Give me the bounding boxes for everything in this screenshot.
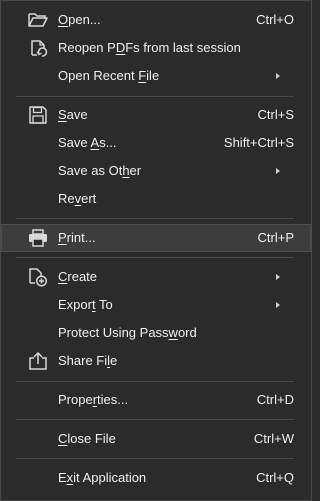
menu-item-share-file[interactable]: Share File: [1, 347, 311, 375]
shortcut-label: Ctrl+S: [257, 107, 294, 122]
menu-item-label: Close File: [58, 431, 116, 446]
file-menu: Open... Ctrl+O Reopen PDFs from last ses…: [0, 0, 312, 501]
share-icon: [27, 351, 49, 371]
folder-open-icon: [27, 10, 49, 30]
menu-item-save[interactable]: Save Ctrl+S: [1, 101, 311, 129]
menu-item-label: Save as Other: [58, 163, 142, 178]
menu-item-label: Save As...: [58, 135, 117, 150]
menu-item-save-as-other[interactable]: Save as Other: [1, 157, 311, 185]
menu-item-label: Open Recent File: [58, 68, 160, 83]
submenu-arrow-icon: [276, 168, 280, 174]
menu-item-reopen-pdfs[interactable]: Reopen PDFs from last session: [1, 34, 311, 62]
shortcut-label: Ctrl+W: [253, 431, 294, 446]
menu-separator: [16, 381, 294, 382]
submenu-arrow-icon: [276, 274, 280, 280]
menu-separator: [16, 257, 294, 258]
menu-item-label: Reopen PDFs from last session: [58, 40, 241, 55]
shortcut-label: Shift+Ctrl+S: [223, 135, 294, 150]
menu-item-open[interactable]: Open... Ctrl+O: [1, 6, 311, 34]
menu-item-create[interactable]: Create: [1, 263, 311, 291]
shortcut-label: Ctrl+P: [257, 230, 294, 245]
menu-item-label: Export To: [58, 297, 113, 312]
menu-item-open-recent-file[interactable]: Open Recent File: [1, 62, 311, 90]
menu-item-label: Share File: [58, 353, 118, 368]
menu-item-save-as[interactable]: Save As... Shift+Ctrl+S: [1, 129, 311, 157]
submenu-arrow-icon: [276, 73, 280, 79]
menu-separator: [16, 458, 294, 459]
menu-item-label: Print...: [58, 230, 96, 245]
menu-item-export-to[interactable]: Export To: [1, 291, 311, 319]
menu-item-label: Save: [58, 107, 88, 122]
menu-item-label: Exit Application: [58, 470, 147, 485]
menu-item-label: Create: [58, 269, 98, 284]
menu-item-protect-using-password[interactable]: Protect Using Password: [1, 319, 311, 347]
menu-item-print[interactable]: Print... Ctrl+P: [1, 224, 311, 252]
menu-separator: [16, 419, 294, 420]
printer-icon: [27, 228, 49, 248]
submenu-arrow-icon: [276, 302, 280, 308]
save-icon: [27, 105, 49, 125]
menu-item-label: Revert: [58, 191, 97, 206]
menu-separator: [16, 218, 294, 219]
menu-separator: [16, 96, 294, 97]
shortcut-label: Ctrl+D: [256, 392, 294, 407]
menu-item-properties[interactable]: Properties... Ctrl+D: [1, 386, 311, 414]
reopen-document-icon: [27, 38, 49, 58]
shortcut-label: Ctrl+O: [256, 12, 294, 27]
shortcut-label: Ctrl+Q: [256, 470, 294, 485]
menu-item-exit-application[interactable]: Exit Application Ctrl+Q: [1, 464, 311, 492]
menu-item-close-file[interactable]: Close File Ctrl+W: [1, 425, 311, 453]
create-document-icon: [27, 267, 49, 287]
menu-item-label: Properties...: [58, 392, 129, 407]
menu-item-revert[interactable]: Revert: [1, 185, 311, 213]
menu-item-label: Open...: [58, 12, 101, 27]
menu-item-label: Protect Using Password: [58, 325, 197, 340]
